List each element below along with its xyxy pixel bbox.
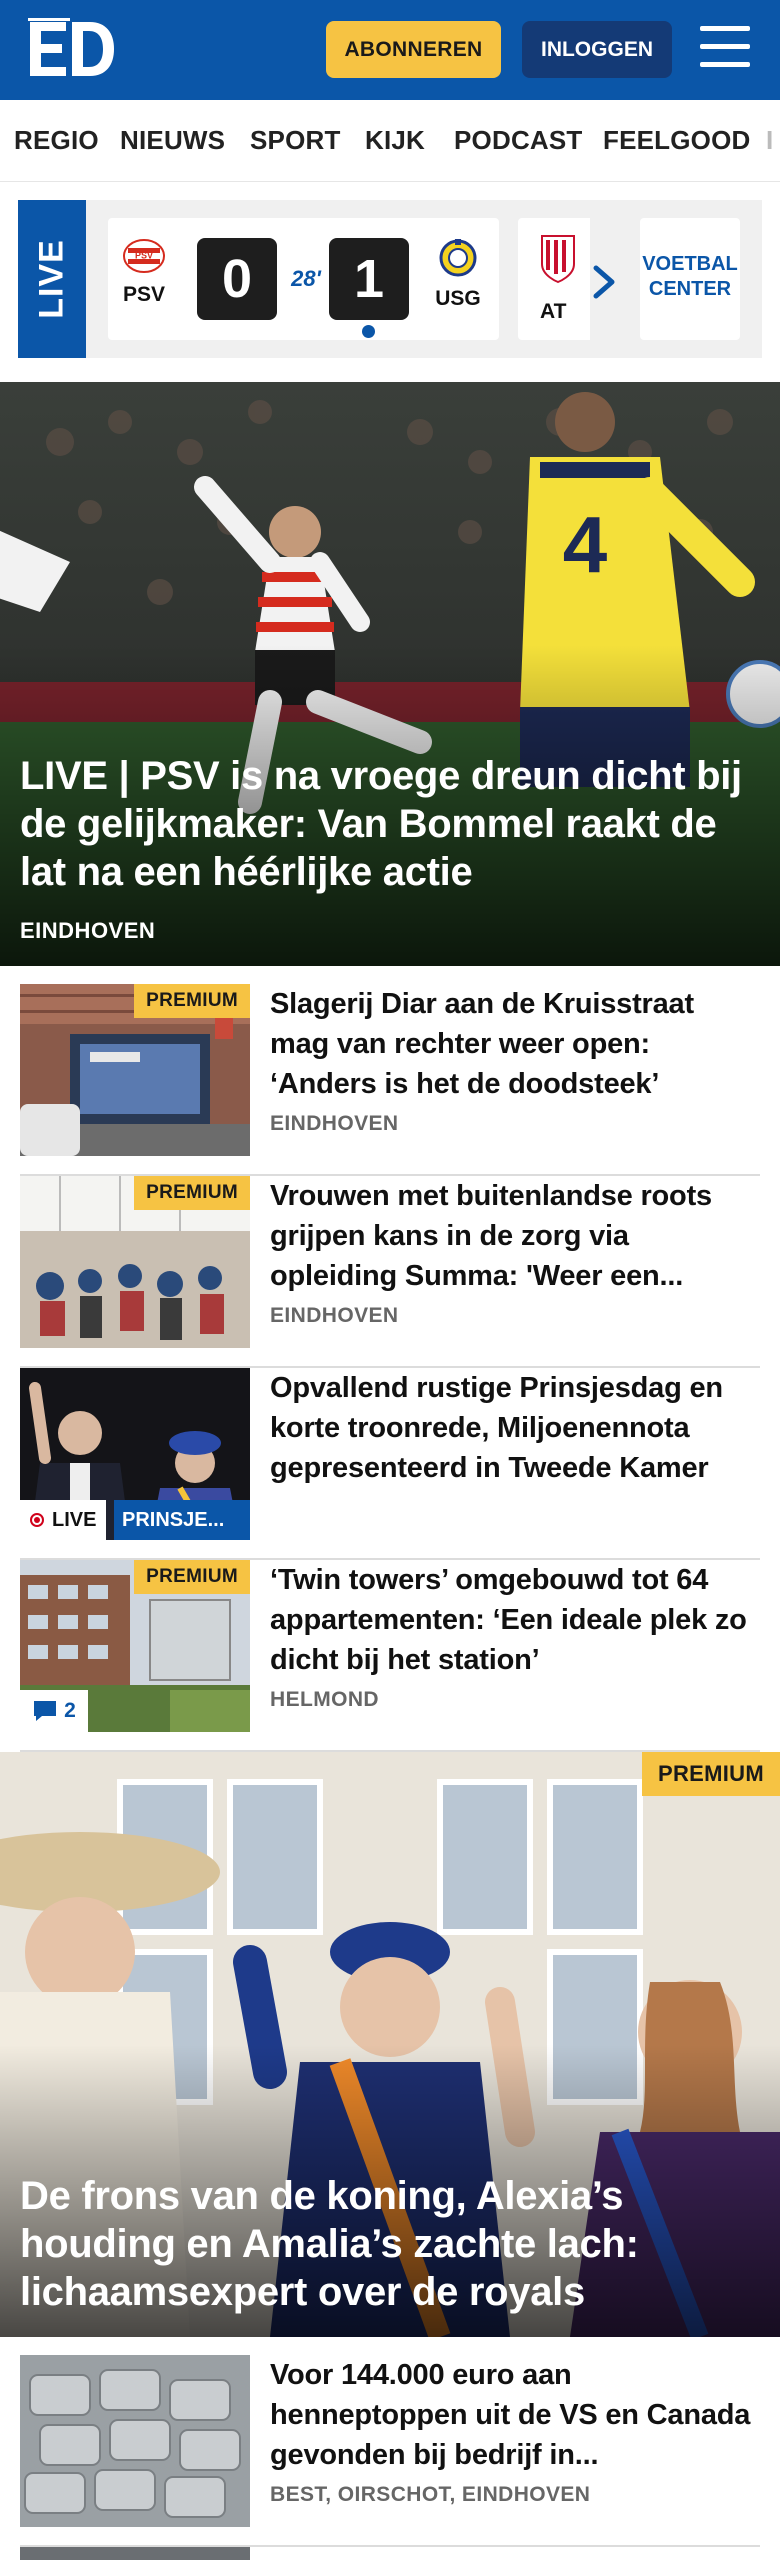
voetbal-center-button[interactable]: VOETBAL CENTER: [640, 218, 740, 340]
subscribe-button[interactable]: ABONNEREN: [326, 21, 501, 78]
feature-title[interactable]: De frons van de koning, Alexia’s houding…: [20, 2172, 765, 2316]
next-match-card[interactable]: AT: [518, 218, 590, 340]
article-title[interactable]: Slagerij Diar aan de Kruisstraat mag van…: [270, 984, 760, 1104]
svg-text:PSV: PSV: [135, 251, 153, 261]
premium-badge: PREMIUM: [642, 1752, 780, 1796]
away-team: USG: [430, 238, 486, 311]
match-minute: 28': [291, 266, 321, 291]
nav-item-nieuws[interactable]: NIEUWS: [120, 125, 225, 156]
article-thumbnail: PREMIUM: [20, 984, 250, 1156]
usg-crest-icon: [439, 239, 477, 277]
article-row[interactable]: PREMIUM Vrouwen met buitenlandse roots g…: [20, 1176, 760, 1368]
topic-tag[interactable]: PRINSJE...: [114, 1500, 250, 1540]
psv-crest-icon: PSV: [123, 239, 165, 273]
nav-item-kijk[interactable]: KIJK: [365, 125, 425, 156]
nav-item-regio[interactable]: REGIO: [14, 125, 99, 156]
article-row[interactable]: [20, 2547, 760, 2560]
hero-location: EINDHOVEN: [20, 918, 156, 943]
premium-badge: PREMIUM: [134, 984, 250, 1018]
live-score-bar: LIVE PSV PSV 0 28' 1 USG AT VOETBAL CENT…: [0, 182, 780, 376]
away-team-name: USG: [435, 287, 481, 310]
home-team: PSV PSV: [116, 238, 172, 307]
athletic-crest-icon: [541, 235, 575, 284]
hero-article[interactable]: 4 LIVE | PSV is na vroege dreun dicht bi…: [0, 382, 780, 966]
article-thumbnail: PREMIUM: [20, 1176, 250, 1348]
feature-article[interactable]: PREMIUM De frons van de koning, Alexia’s…: [0, 1752, 780, 2337]
nav-item-more[interactable]: I: [766, 125, 773, 156]
next-match-team: AT: [540, 300, 567, 323]
article-location: BEST, OIRSCHOT, EINDHOVEN: [270, 2483, 591, 2506]
live-tab[interactable]: LIVE: [18, 200, 86, 358]
nav-item-podcast[interactable]: PODCAST: [454, 125, 583, 156]
article-thumbnail: [20, 2355, 250, 2527]
comment-icon: [34, 1701, 57, 1721]
article-thumbnail: PREMIUM 2: [20, 1560, 250, 1732]
hero-title[interactable]: LIVE | PSV is na vroege dreun dicht bij …: [20, 752, 765, 896]
goal-indicator: [362, 325, 375, 338]
article-row[interactable]: Voor 144.000 euro aan henneptoppen uit d…: [20, 2355, 760, 2547]
main-nav: REGIO NIEUWS SPORT KIJK PODCAST FEELGOOD…: [0, 100, 780, 182]
live-badge: LIVE: [20, 1500, 107, 1540]
article-location: HELMOND: [270, 1688, 379, 1711]
chevron-right-icon[interactable]: [586, 262, 626, 302]
article-thumbnail: [20, 2547, 250, 2560]
comment-count[interactable]: 2: [20, 1690, 88, 1732]
nav-item-feelgood[interactable]: FEELGOOD: [603, 125, 751, 156]
home-team-name: PSV: [122, 283, 166, 306]
login-button[interactable]: INLOGGEN: [522, 21, 672, 78]
away-score: 1: [329, 238, 409, 320]
article-title[interactable]: ‘Twin towers’ omgebouwd tot 64 apparteme…: [270, 1560, 760, 1680]
premium-badge: PREMIUM: [134, 1176, 250, 1210]
hemp-bags-image: [20, 2355, 250, 2527]
home-score: 0: [197, 238, 277, 320]
article-location: EINDHOVEN: [270, 1112, 399, 1135]
live-dot-icon: [30, 1513, 44, 1527]
article-row[interactable]: PREMIUM Slagerij Diar aan de Kruisstraat…: [20, 984, 760, 1176]
nav-item-sport[interactable]: SPORT: [250, 125, 341, 156]
article-title[interactable]: Opvallend rustige Prinsjesdag en korte t…: [270, 1368, 760, 1488]
premium-badge: PREMIUM: [134, 1560, 250, 1594]
ed-logo[interactable]: [26, 18, 116, 80]
article-title[interactable]: Voor 144.000 euro aan henneptoppen uit d…: [270, 2355, 760, 2475]
article-thumbnail: LIVE PRINSJE...: [20, 1368, 250, 1540]
article-row[interactable]: PREMIUM 2 ‘Twin towers’ omgebouwd tot 64…: [20, 1560, 760, 1752]
menu-icon[interactable]: [700, 26, 750, 72]
article-row[interactable]: LIVE PRINSJE... Opvallend rustige Prinsj…: [20, 1368, 760, 1560]
article-title[interactable]: Vrouwen met buitenlandse roots grijpen k…: [270, 1176, 760, 1296]
match-card[interactable]: PSV PSV 0 28' 1 USG: [108, 218, 499, 340]
site-header: ABONNEREN INLOGGEN: [0, 0, 780, 100]
article-location: EINDHOVEN: [270, 1304, 399, 1327]
